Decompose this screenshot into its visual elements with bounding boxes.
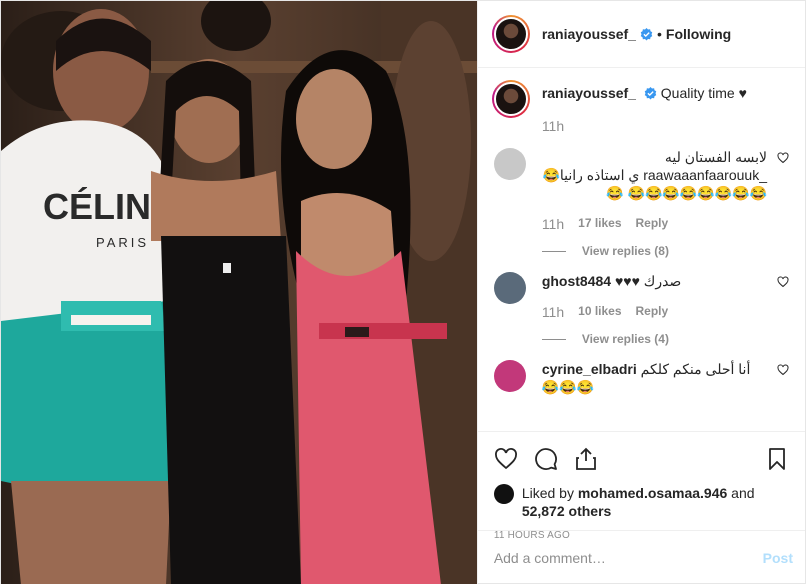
- instagram-post: CÉLINE PARIS raniayoussef_ • Following r…: [0, 0, 806, 584]
- likes-count[interactable]: 52,872 others: [522, 503, 612, 519]
- liked-by-label: Liked by: [521, 485, 574, 501]
- verified-badge-icon: [644, 87, 657, 100]
- caption-author-avatar[interactable]: [491, 80, 530, 118]
- caption-row: raniayoussef_ Quality time ♥ 11h: [491, 80, 789, 134]
- comment-like-heart-icon[interactable]: [777, 152, 789, 164]
- comment-time[interactable]: 11h: [542, 304, 564, 320]
- author-avatar[interactable]: [491, 15, 530, 53]
- view-replies-button[interactable]: View replies (8): [542, 244, 767, 258]
- comment-time[interactable]: 11h: [542, 216, 564, 232]
- reply-button[interactable]: Reply: [636, 216, 669, 232]
- following-button[interactable]: Following: [666, 26, 731, 42]
- author-username[interactable]: raniayoussef_: [542, 26, 636, 42]
- comment-like-heart-icon[interactable]: [777, 364, 789, 376]
- reply-button[interactable]: Reply: [636, 304, 669, 320]
- comments-list[interactable]: raniayoussef_ Quality time ♥ 11h لابسه ا…: [478, 68, 805, 431]
- caption-text: Quality time ♥: [660, 85, 747, 101]
- comment-row: cyrine_elbadri أنا أحلى منكم كلكم😂😂😂: [493, 360, 789, 396]
- liker-avatar[interactable]: [493, 484, 514, 504]
- commenter-avatar[interactable]: [493, 272, 526, 304]
- add-comment-input[interactable]: [493, 550, 763, 566]
- liked-by-user[interactable]: mohamed.osamaa.946: [578, 485, 727, 501]
- view-replies-button[interactable]: View replies (4): [542, 332, 767, 346]
- post-photo-image: CÉLINE PARIS: [1, 1, 477, 584]
- comment-icon[interactable]: [534, 447, 558, 471]
- comment-username[interactable]: cyrine_elbadri: [542, 361, 637, 377]
- post-header: raniayoussef_ • Following: [477, 1, 805, 68]
- bookmark-icon[interactable]: [765, 447, 789, 471]
- caption-author[interactable]: raniayoussef_: [542, 85, 636, 101]
- comment-username[interactable]: ghost8484: [542, 273, 611, 289]
- caption-time[interactable]: 11h: [542, 118, 564, 134]
- liked-by: Liked by mohamed.osamaa.946 and 52,872 o…: [493, 484, 789, 520]
- post-photo[interactable]: CÉLINE PARIS: [1, 1, 477, 584]
- comment-text: لابسه الفستان ليه _raawaaanfaarouuk ي اس…: [542, 149, 767, 201]
- comment-likes[interactable]: 10 likes: [578, 304, 621, 320]
- commenter-avatar[interactable]: [493, 148, 526, 180]
- liked-by-and: and: [731, 485, 755, 501]
- post-actions: Liked by mohamed.osamaa.946 and 52,872 o…: [477, 431, 805, 541]
- commenter-avatar[interactable]: [493, 360, 526, 392]
- comment-row: لابسه الفستان ليه _raawaaanfaarouuk ي اس…: [493, 148, 789, 258]
- post-comment-button[interactable]: Post: [763, 550, 793, 566]
- comment-likes[interactable]: 17 likes: [578, 216, 621, 232]
- add-comment-bar: Post: [477, 530, 805, 584]
- comment-text: صدرك ♥♥♥: [614, 273, 682, 289]
- post-sidebar: raniayoussef_ • Following raniayoussef_: [476, 1, 805, 584]
- shirt-city-text: PARIS: [96, 235, 149, 250]
- comment-row: ghost8484 صدرك ♥♥♥ 11h 10 likes Reply View…: [493, 272, 789, 346]
- verified-badge-icon: [640, 27, 653, 40]
- heart-icon[interactable]: [494, 447, 518, 471]
- comment-like-heart-icon[interactable]: [777, 276, 789, 288]
- share-icon[interactable]: [574, 447, 598, 471]
- separator-dot: •: [656, 26, 662, 42]
